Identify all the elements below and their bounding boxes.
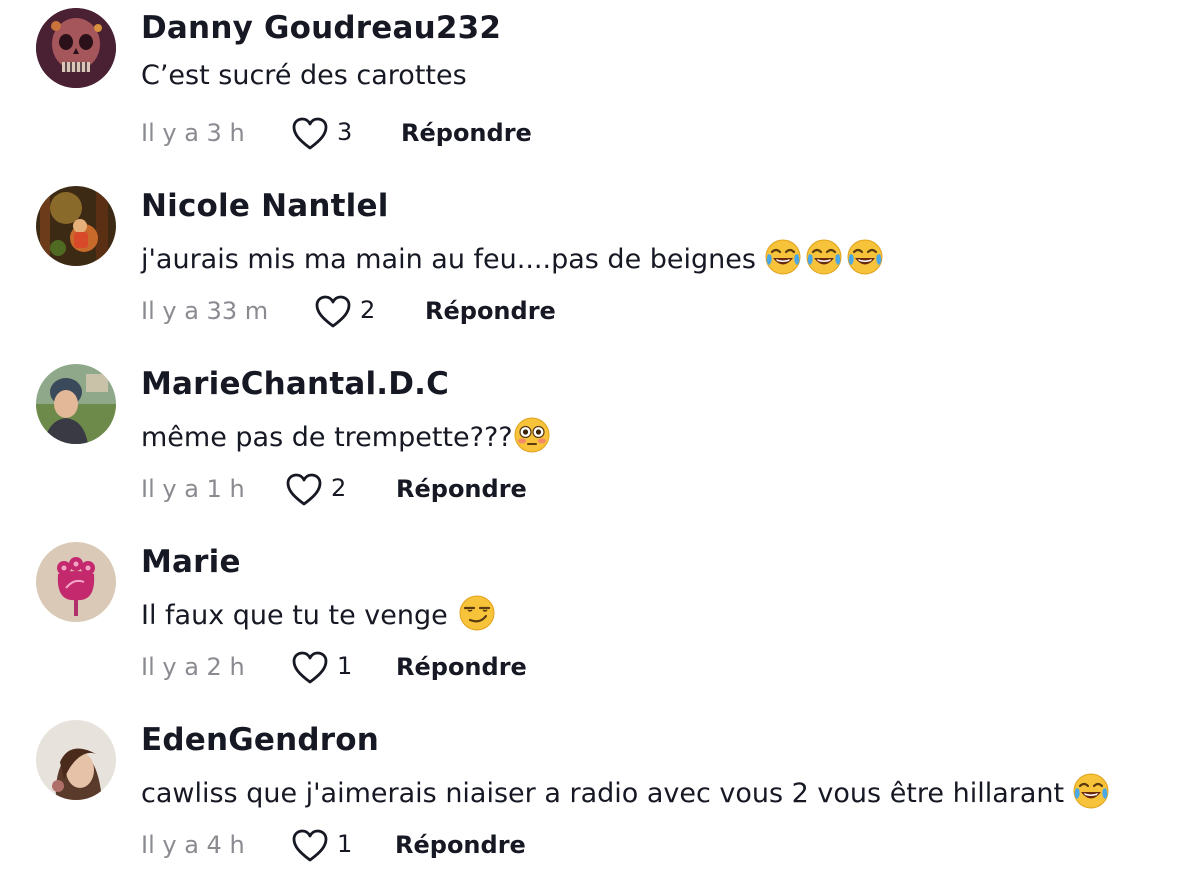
comment-text-content: même pas de trempette??? [141,422,513,453]
reply-button[interactable]: Répondre [395,831,526,859]
person-outdoor-avatar-icon [36,364,116,444]
heart-icon[interactable] [285,472,323,508]
comment-timestamp: Il y a 33 m [141,297,269,325]
comment-timestamp: Il y a 1 h [141,475,245,503]
comment-text: même pas de trempette??? [141,416,551,454]
like-count: 3 [337,118,353,146]
comment-username[interactable]: Nicole Nantlel [141,188,389,224]
comment-meta: Il y a 3 h 3 Répondre [141,114,841,154]
comment-timestamp: Il y a 4 h [141,831,245,859]
avatar[interactable] [36,720,116,800]
flushed-icon [513,416,551,454]
comment-text: Il faux que tu te venge [141,594,496,632]
flower-avatar-icon [36,542,116,622]
comment-text-content: C’est sucré des carottes [141,60,467,91]
comment-meta: Il y a 33 m 2 Répondre [141,292,841,332]
reply-button[interactable]: Répondre [425,297,556,325]
tears-of-joy-icon [805,238,843,276]
avatar[interactable] [36,364,116,444]
comment-item: EdenGendron cawliss que j'aimerais niais… [0,712,1178,890]
comment-meta: Il y a 2 h 1 Répondre [141,648,841,688]
comment-timestamp: Il y a 3 h [141,119,245,147]
like-count: 2 [360,296,376,324]
comment-username[interactable]: Marie [141,544,241,580]
reply-button[interactable]: Répondre [401,119,532,147]
comment-username[interactable]: EdenGendron [141,722,379,758]
comment-text: j'aurais mis ma main au feu....pas de be… [141,238,884,276]
comment-meta: Il y a 4 h 1 Répondre [141,826,841,866]
comment-meta: Il y a 1 h 2 Répondre [141,470,841,510]
comment-text: C’est sucré des carottes [141,60,467,91]
tears-of-joy-icon [846,238,884,276]
like-count: 2 [331,474,347,502]
comment-username[interactable]: Danny Goudreau232 [141,10,501,46]
reply-button[interactable]: Répondre [396,653,527,681]
heart-icon[interactable] [314,294,352,330]
avatar[interactable] [36,186,116,266]
comment-item: Marie Il faux que tu te venge Il y a 2 h… [0,534,1178,712]
comment-text-content: j'aurais mis ma main au feu....pas de be… [141,244,756,275]
avatar[interactable] [36,8,116,88]
comment-username[interactable]: MarieChantal.D.C [141,366,449,402]
comment-item: Danny Goudreau232 C’est sucré des carott… [0,0,1178,178]
comment-text-content: cawliss que j'aimerais niaiser a radio a… [141,778,1065,809]
comment-item: MarieChantal.D.C même pas de trempette??… [0,356,1178,534]
comment-item: Nicole Nantlel j'aurais mis ma main au f… [0,178,1178,356]
heart-icon[interactable] [291,650,329,686]
heart-icon[interactable] [291,116,329,152]
heart-icon[interactable] [291,828,329,864]
comment-timestamp: Il y a 2 h [141,653,245,681]
skull-avatar-icon [36,8,116,88]
tears-of-joy-icon [764,238,802,276]
avatar[interactable] [36,542,116,622]
tears-of-joy-icon [1072,772,1110,810]
smirk-icon [458,594,496,632]
comment-text-content: Il faux que tu te venge [141,600,448,631]
comment-text: cawliss que j'aimerais niaiser a radio a… [141,772,1110,810]
reply-button[interactable]: Répondre [396,475,527,503]
forest-avatar-icon [36,186,116,266]
person-portrait-avatar-icon [36,720,116,800]
like-count: 1 [337,652,353,680]
like-count: 1 [337,830,353,858]
